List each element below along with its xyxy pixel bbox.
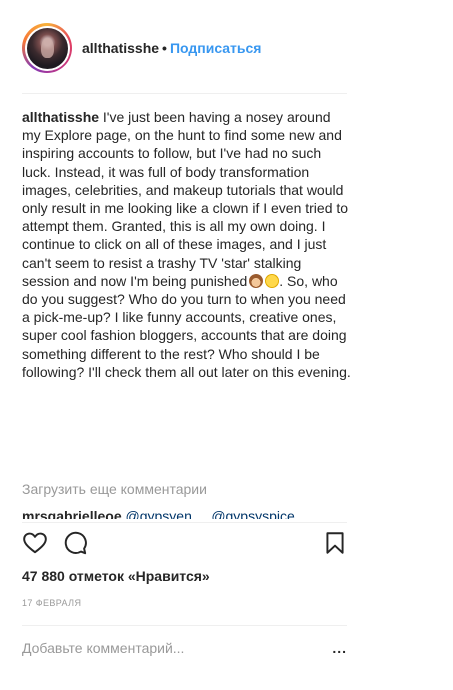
action-bar: [22, 530, 347, 560]
comment-input[interactable]: [22, 633, 333, 663]
bookmark-outline-icon[interactable]: [322, 530, 348, 556]
load-more-comments-button[interactable]: Загрузить еще комментарии: [22, 481, 207, 497]
comment-box: ...: [22, 628, 347, 668]
separator-dot: •: [162, 40, 167, 56]
follow-button[interactable]: Подписаться: [170, 40, 262, 56]
heart-outline-icon[interactable]: [22, 530, 48, 556]
post-header: allthatisshe • Подписаться: [22, 20, 347, 76]
more-options-button[interactable]: ...: [332, 640, 347, 656]
input-divider: [22, 625, 347, 626]
author-username[interactable]: allthatisshe: [82, 40, 159, 56]
comment-preview: mrsgabrielleoe @gypsyen ... @gypsyspice: [22, 507, 347, 519]
see-no-evil-monkey-icon: [249, 273, 264, 288]
header-divider: [22, 93, 347, 94]
comment-mention[interactable]: @gypsyen: [126, 508, 192, 519]
post-panel: allthatisshe • Подписаться allthatisshe I'…: [22, 0, 351, 690]
avatar-image: [26, 27, 68, 69]
tears-of-joy-icon: [265, 273, 280, 288]
post-caption: allthatisshe I've just been having a nos…: [22, 108, 352, 381]
header-text: allthatisshe • Подписаться: [82, 40, 261, 56]
comments-divider: [22, 522, 347, 523]
caption-text: I've just been having a nosey around my …: [22, 109, 349, 289]
caption-username[interactable]: allthatisshe: [22, 109, 99, 125]
comment-bubble-icon[interactable]: [62, 530, 88, 556]
likes-count[interactable]: 47 880 отметок «Нравится»: [22, 568, 210, 584]
post-date[interactable]: 17 ФЕВРАЛЯ: [22, 598, 81, 608]
avatar[interactable]: [22, 23, 72, 73]
comment-mention[interactable]: @gypsyspice: [211, 508, 294, 519]
comment-username[interactable]: mrsgabrielleoe: [22, 508, 122, 519]
